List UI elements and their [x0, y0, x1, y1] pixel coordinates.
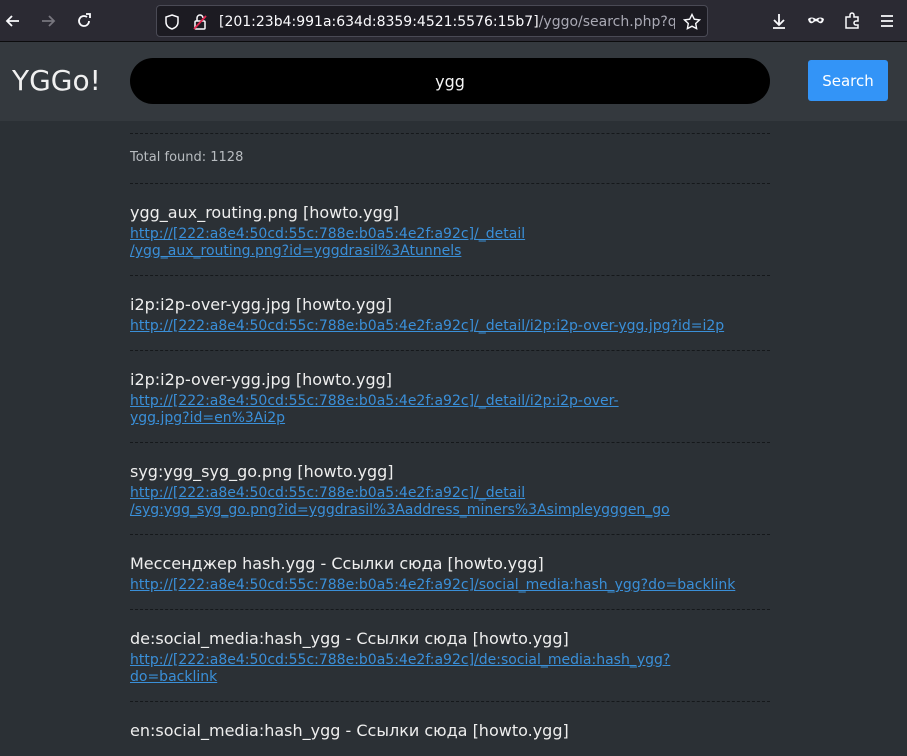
- result-link-line[interactable]: http://[222:a8e4:50cd:55c:788e:b0a5:4e2f…: [130, 577, 750, 594]
- result-item: en:social_media:hash_ygg - Ссылки сюда […: [130, 702, 770, 756]
- url-path: /yggo/search.php?q=y: [538, 14, 675, 30]
- result-link[interactable]: http://[222:a8e4:50cd:55c:788e:b0a5:4e2f…: [130, 577, 750, 594]
- result-link[interactable]: http://[222:a8e4:50cd:55c:788e:b0a5:4e2f…: [130, 485, 750, 519]
- result-link[interactable]: http://[222:a8e4:50cd:55c:788e:b0a5:4e2f…: [130, 393, 750, 427]
- site-logo[interactable]: YGGo!: [12, 65, 101, 97]
- address-bar[interactable]: [201:23b4:991a:634d:8359:4521:5576:15b7]…: [156, 5, 708, 37]
- result-link-line[interactable]: http://[222:a8e4:50cd:55c:788e:b0a5:4e2f…: [130, 318, 750, 335]
- result-item: de:social_media:hash_ygg - Ссылки сюда […: [130, 610, 770, 701]
- site-header: YGGo! ygg Search: [0, 42, 907, 121]
- result-item: i2p:i2p-over-ygg.jpg [howto.ygg] http://[…: [130, 276, 770, 350]
- browser-toolbar: [201:23b4:991a:634d:8359:4521:5576:15b7]…: [0, 0, 907, 42]
- result-item: syg:ygg_syg_go.png [howto.ygg] http://[22…: [130, 443, 770, 534]
- results-list: Total found: 1128 ygg_aux_routing.png [h…: [130, 121, 770, 756]
- result-link[interactable]: http://[222:a8e4:50cd:55c:788e:b0a5:4e2f…: [130, 652, 750, 686]
- insecure-lock-icon[interactable]: [190, 12, 210, 32]
- reload-icon[interactable]: [74, 11, 94, 31]
- result-link-line[interactable]: http://[222:a8e4:50cd:55c:788e:b0a5:4e2f…: [130, 652, 750, 686]
- result-title: de:social_media:hash_ygg - Ссылки сюда […: [130, 629, 569, 648]
- result-item: i2p:i2p-over-ygg.jpg [howto.ygg] http://[…: [130, 351, 770, 442]
- downloads-icon[interactable]: [769, 11, 789, 31]
- forward-arrow-icon[interactable]: [38, 11, 58, 31]
- total-found: Total found: 1128: [130, 150, 244, 165]
- result-title: syg:ygg_syg_go.png [howto.ygg]: [130, 462, 394, 481]
- result-link-line[interactable]: http://[222:a8e4:50cd:55c:788e:b0a5:4e2f…: [130, 393, 750, 410]
- search-button[interactable]: Search: [808, 60, 888, 101]
- result-link[interactable]: http://[222:a8e4:50cd:55c:788e:b0a5:4e2f…: [130, 318, 750, 335]
- private-mask-icon[interactable]: [806, 11, 826, 31]
- shield-icon[interactable]: [162, 12, 182, 32]
- result-item: ygg_aux_routing.png [howto.ygg] http://[2…: [130, 184, 770, 275]
- result-link-line[interactable]: /ygg_aux_routing.png?id=yggdrasil%3Atunn…: [130, 243, 750, 260]
- result-link-line[interactable]: http://[222:a8e4:50cd:55c:788e:b0a5:4e2f…: [130, 485, 750, 502]
- back-arrow-icon[interactable]: [3, 11, 23, 31]
- menu-icon[interactable]: [877, 11, 897, 31]
- result-title: i2p:i2p-over-ygg.jpg [howto.ygg]: [130, 370, 393, 389]
- result-link-line[interactable]: http://[222:a8e4:50cd:55c:788e:b0a5:4e2f…: [130, 226, 750, 243]
- result-link-line[interactable]: ygg.jpg?id=en%3Ai2p: [130, 410, 750, 427]
- result-link-line[interactable]: /syg:ygg_syg_go.png?id=yggdrasil%3Aaddre…: [130, 502, 750, 519]
- result-link[interactable]: http://[222:a8e4:50cd:55c:788e:b0a5:4e2f…: [130, 226, 750, 260]
- result-title: en:social_media:hash_ygg - Ссылки сюда […: [130, 721, 569, 740]
- result-item: Мессенджер hash.ygg - Ссылки сюда [howto…: [130, 535, 770, 609]
- result-title: i2p:i2p-over-ygg.jpg [howto.ygg]: [130, 295, 393, 314]
- result-title: Мессенджер hash.ygg - Ссылки сюда [howto…: [130, 554, 544, 573]
- extensions-icon[interactable]: [842, 11, 862, 31]
- url-text: [201:23b4:991a:634d:8359:4521:5576:15b7]…: [219, 13, 675, 31]
- result-title: ygg_aux_routing.png [howto.ygg]: [130, 203, 400, 222]
- url-host: [201:23b4:991a:634d:8359:4521:5576:15b7]: [219, 14, 539, 30]
- bookmark-star-icon[interactable]: [682, 12, 702, 32]
- search-input[interactable]: ygg: [130, 58, 770, 104]
